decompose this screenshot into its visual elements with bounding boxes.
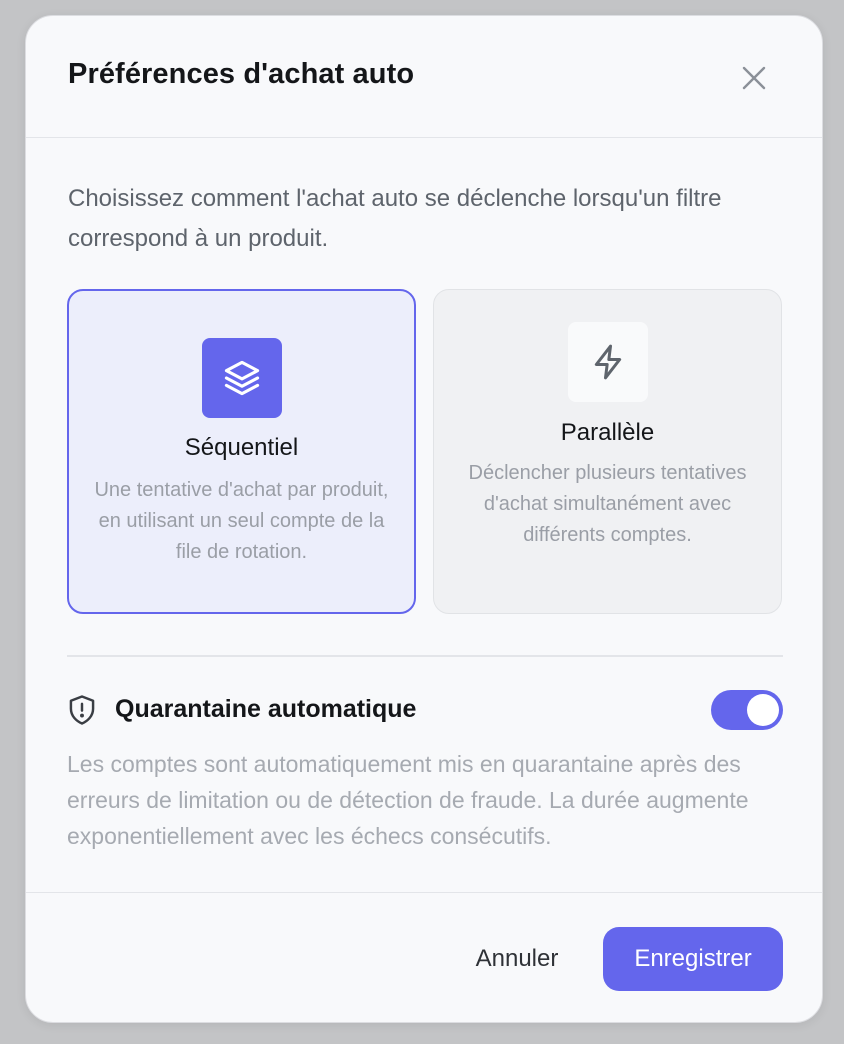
close-icon bbox=[742, 66, 766, 90]
dialog-title: Préférences d'achat auto bbox=[68, 58, 415, 90]
shield-alert-icon bbox=[69, 695, 95, 725]
mode-description: Une tentative d'achat par produit, en ut… bbox=[94, 479, 389, 563]
save-button[interactable]: Enregistrer bbox=[603, 927, 783, 991]
cancel-button[interactable]: Annuler bbox=[456, 927, 578, 991]
auto-buy-preferences-dialog: Préférences d'achat auto Choisissez comm… bbox=[25, 15, 823, 1023]
mode-card-sequential[interactable]: Séquentiel Une tentative d'achat par pro… bbox=[67, 289, 416, 614]
dialog-footer: Annuler Enregistrer bbox=[26, 892, 822, 1022]
section-divider bbox=[67, 655, 783, 657]
mode-description: Déclencher plusieurs tentatives d'achat … bbox=[468, 462, 747, 546]
close-button[interactable] bbox=[738, 62, 770, 94]
quarantine-title: Quarantaine automatique bbox=[115, 695, 417, 723]
mode-card-parallel[interactable]: Parallèle Déclencher plusieurs tentative… bbox=[433, 289, 782, 614]
lightning-icon bbox=[567, 322, 648, 402]
dialog-header: Préférences d'achat auto bbox=[26, 16, 822, 138]
toggle-knob bbox=[747, 694, 779, 726]
dialog-intro: Choisissez comment l'achat auto se décle… bbox=[68, 185, 722, 252]
quarantine-toggle[interactable] bbox=[711, 690, 783, 730]
mode-title: Parallèle bbox=[560, 419, 655, 446]
quarantine-description: Les comptes sont automatiquement mis en … bbox=[67, 751, 749, 849]
quarantine-row: Quarantaine automatique bbox=[67, 688, 783, 732]
layers-icon bbox=[201, 338, 282, 418]
mode-title: Séquentiel bbox=[184, 434, 299, 461]
